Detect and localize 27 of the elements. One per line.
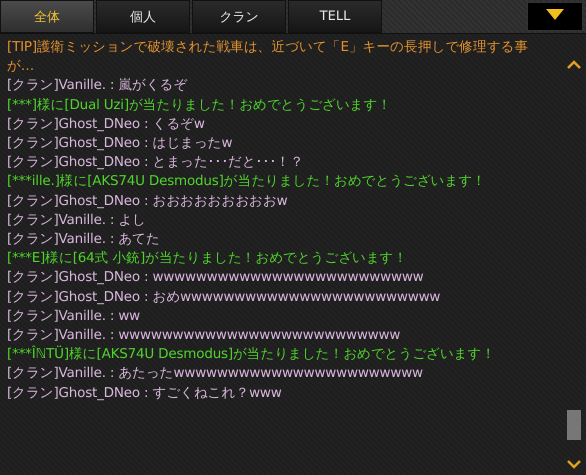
chat-message: [クラン]Vanille. : ww <box>7 306 142 326</box>
system-message: [***ÎℕTÜ]様に[AKS74U Desmodus]が当たりました！おめでとうございます！ <box>7 345 496 364</box>
system-message: [***E]様に[64式 小銃]が当たりました！おめでとうございます！ <box>7 249 408 268</box>
chat-tab[interactable]: 個人 <box>96 0 190 33</box>
chat-message: [クラン]Ghost_DNeo : くるぞw <box>7 114 206 134</box>
chat-message: [クラン]Vanille. : あたったwwwwwwwwwwwwwwwwwwwwwww <box>7 364 424 384</box>
chat-message: [クラン]Vanille. : 嵐がくるぞ <box>7 76 188 96</box>
chat-message: [クラン]Ghost_DNeo : すごくねこれ？www <box>7 384 283 403</box>
chat-message: [クラン]Ghost_DNeo : wwwwwwwwwwwwwwwwwwwwwwwww <box>7 268 425 288</box>
chat-message: [クラン]Vanille. : あてた <box>7 230 161 250</box>
system-message: [***ille.]様に[AKS74U Desmodus]が当たりました！おめでとうございます！ <box>7 172 487 192</box>
chat-tab[interactable]: TELL <box>288 0 382 33</box>
system-message: [***]様に[Dual Uzi]が当たりました！おめでとうございます！ <box>7 96 392 115</box>
triangle-down-icon <box>546 9 564 20</box>
scrollbar-thumb[interactable] <box>567 410 581 440</box>
chat-message: [クラン]Vanille. : よし <box>7 210 147 230</box>
chevron-down-icon[interactable] <box>567 460 581 469</box>
chat-message: [クラン]Ghost_DNeo : おめwwwwwwwwwwwwwwwwwwwwwwww <box>7 288 442 307</box>
chat-message: [クラン]Vanille. : wwwwwwwwwwwwwwwwwwwwwwwwww <box>7 326 402 346</box>
chat-message: [クラン]Ghost_DNeo : とまった･･･だと･･･！？ <box>7 153 305 172</box>
chat-tab[interactable]: クラン <box>192 0 286 33</box>
chevron-up-icon[interactable] <box>567 60 581 69</box>
chat-message: [クラン]Ghost_DNeo : はじまったw <box>7 134 234 154</box>
tip-message: [TIP]護衛ミッションで破壊された戦車は、近づいて「E」キーの長押しで修理する事が… <box>7 38 530 76</box>
dropdown-button[interactable] <box>527 2 583 31</box>
chat-tab[interactable]: 全体 <box>0 0 94 33</box>
chat-message: [クラン]Ghost_DNeo : おおおおおおおおおw <box>7 192 289 211</box>
